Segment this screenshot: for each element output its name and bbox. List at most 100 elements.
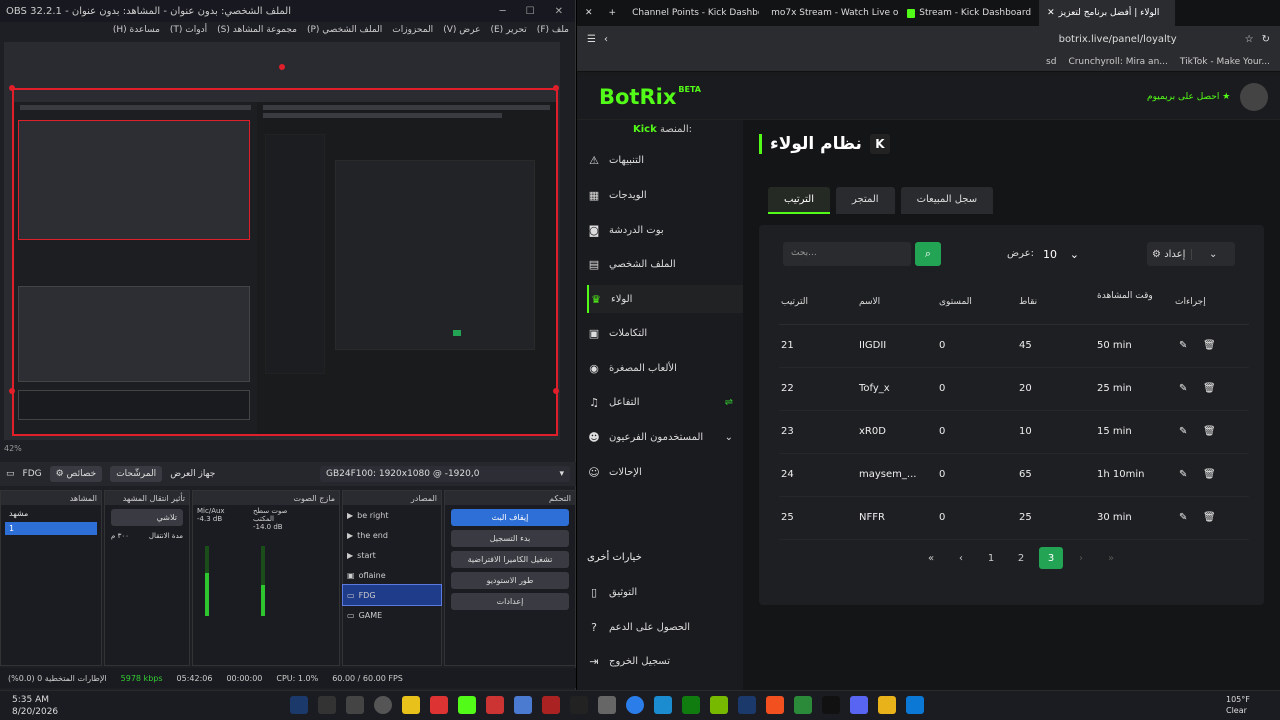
edit-icon[interactable]: ✎ <box>1179 512 1187 523</box>
sidebar-item-docs[interactable]: ▯ التوثيق <box>587 578 743 606</box>
menu-profile[interactable]: الملف الشخصي (P) <box>307 25 382 35</box>
edit-icon[interactable]: ✎ <box>1179 383 1187 394</box>
new-tab-button[interactable]: + <box>601 0 625 26</box>
rotate-handle[interactable] <box>279 64 285 70</box>
edit-icon[interactable]: ✎ <box>1179 469 1187 480</box>
botrix-logo[interactable]: BotRix BETA <box>599 85 701 109</box>
sidebar-item-referrals[interactable]: ☺ الإحالات <box>587 458 743 486</box>
app-icon[interactable] <box>542 696 560 714</box>
preview-canvas[interactable] <box>12 88 558 436</box>
sidebar-item-logout[interactable]: ⇥ تسجيل الخروج <box>587 647 743 675</box>
sidebar-item-alerts[interactable]: ⚠ التنبيهات <box>587 146 743 174</box>
menu-scene-collection[interactable]: مجموعة المشاهد (S) <box>217 25 297 35</box>
duration-value[interactable]: ٣٠٠ م <box>111 532 129 540</box>
windows-icon[interactable] <box>906 696 924 714</box>
scene-item[interactable]: مشهد <box>5 507 97 520</box>
app-icon[interactable] <box>794 696 812 714</box>
page-size-select[interactable]: 10 ⌄ <box>1037 242 1085 266</box>
sidebar-item-interaction[interactable]: ♫ التفاعل ⇌ <box>587 388 743 416</box>
obs-preview[interactable] <box>4 42 560 440</box>
col-watchtime[interactable]: وقت المشاهدة <box>1097 291 1157 302</box>
source-item[interactable]: ▶ be right <box>343 505 441 525</box>
tab-ranking[interactable]: الترتيب <box>768 187 830 214</box>
col-rank[interactable]: الترتيب <box>781 297 808 307</box>
obs-icon[interactable] <box>374 696 392 714</box>
folder-icon[interactable] <box>878 696 896 714</box>
edge-icon[interactable] <box>654 696 672 714</box>
properties-button[interactable]: ⚙ خصائص <box>49 466 103 482</box>
premium-link[interactable]: احصل على بريميوم ★ <box>1147 92 1230 102</box>
menu-icon[interactable]: ☰ <box>587 34 596 45</box>
brave-icon[interactable] <box>766 696 784 714</box>
edit-icon[interactable]: ✎ <box>1179 426 1187 437</box>
settings-button[interactable]: ⚙ إعداد ⌄ <box>1147 242 1235 266</box>
sidebar-item-support[interactable]: ? الحصول على الدعم <box>587 613 743 641</box>
nvidia-icon[interactable] <box>710 696 728 714</box>
app-icon[interactable] <box>514 696 532 714</box>
browser-tab[interactable]: mo7x Stream - Watch Live on <box>759 0 899 26</box>
menu-view[interactable]: عرض (V) <box>443 25 480 35</box>
source-item[interactable]: ▣ oflaine <box>343 565 441 585</box>
app-icon[interactable] <box>598 696 616 714</box>
sidebar-item-profile[interactable]: ▤ الملف الشخصي <box>587 250 743 278</box>
back-icon[interactable]: ‹ <box>604 34 608 45</box>
url-field[interactable]: botrix.live/panel/loyalty <box>1059 34 1177 45</box>
avatar[interactable] <box>1240 83 1268 111</box>
close-icon[interactable]: ✕ <box>555 6 563 17</box>
weather-widget[interactable]: 105°F Clear <box>1226 694 1250 716</box>
chevron-down-icon[interactable]: ⌄ <box>1190 248 1236 260</box>
tab-store[interactable]: المتجر <box>835 187 895 214</box>
transition-select[interactable]: تلاشي <box>111 509 183 526</box>
app-icon[interactable] <box>570 696 588 714</box>
device-select[interactable]: GB24F100: 1920x1080 @ -1920,0 ▾ <box>320 466 570 482</box>
reload-icon[interactable]: ↻ <box>1262 34 1270 45</box>
resize-handle[interactable] <box>9 85 15 91</box>
trash-icon[interactable]: 🗑 <box>1203 469 1216 480</box>
resize-handle[interactable] <box>553 85 559 91</box>
trash-icon[interactable]: 🗑 <box>1203 340 1216 351</box>
bookmark-item[interactable]: Crunchyroll: Mira an... <box>1068 57 1167 67</box>
studio-mode-button[interactable]: طور الاستوديو <box>451 572 569 589</box>
app-icon[interactable] <box>402 696 420 714</box>
chrome-icon[interactable] <box>626 696 644 714</box>
epic-icon[interactable] <box>822 696 840 714</box>
menu-edit[interactable]: تحرير (E) <box>490 25 526 35</box>
resize-handle[interactable] <box>553 388 559 394</box>
col-points[interactable]: نقاط <box>1019 297 1037 307</box>
trash-icon[interactable]: 🗑 <box>1203 512 1216 523</box>
bookmark-item[interactable]: TikTok - Make Your... <box>1180 57 1270 67</box>
app-icon[interactable] <box>430 696 448 714</box>
col-level[interactable]: المستوى <box>939 297 972 307</box>
source-item[interactable]: ▶ the end <box>343 525 441 545</box>
menu-tools[interactable]: أدوات (T) <box>170 25 207 35</box>
browser-tab[interactable]: Stream - Kick Dashboard <box>899 0 1039 26</box>
close-icon[interactable]: ✕ <box>577 0 601 26</box>
chevron-down-icon[interactable]: ⌄ <box>725 432 733 443</box>
app-icon[interactable] <box>346 696 364 714</box>
taskbar-clock[interactable]: 5:35 AM 8/20/2026 <box>12 694 58 718</box>
sidebar-item-chatbot[interactable]: ◙ بوت الدردشة <box>587 216 743 244</box>
scene-item[interactable]: 1 <box>5 522 97 535</box>
search-icon[interactable]: ⌕ <box>915 242 941 266</box>
app-icon[interactable] <box>486 696 504 714</box>
browser-tab[interactable]: Channel Points - Kick Dashbo <box>624 0 759 26</box>
settings-button[interactable]: إعدادات <box>451 593 569 610</box>
xbox-icon[interactable] <box>682 696 700 714</box>
trash-icon[interactable]: 🗑 <box>1203 383 1216 394</box>
tab-sales-log[interactable]: سجل المبيعات <box>900 187 994 214</box>
close-icon[interactable]: ✕ <box>1047 8 1055 18</box>
sidebar-item-minigames[interactable]: ◉ الألعاب المصغرة <box>587 354 743 382</box>
stop-streaming-button[interactable]: إيقاف البث <box>451 509 569 526</box>
filters-button[interactable]: المرشّحات <box>110 466 163 482</box>
steam-icon[interactable] <box>738 696 756 714</box>
page-button[interactable]: 2 <box>1009 547 1033 569</box>
edit-icon[interactable]: ✎ <box>1179 340 1187 351</box>
trash-icon[interactable]: 🗑 <box>1203 426 1216 437</box>
source-item[interactable]: ▶ start <box>343 545 441 565</box>
sidebar-item-widgets[interactable]: ▦ الويدجات <box>587 181 743 209</box>
source-item[interactable]: ▭ GAME <box>343 605 441 625</box>
sidebar-item-loyalty[interactable]: ♛ الولاء <box>587 285 743 313</box>
virtual-camera-button[interactable]: تشغيل الكاميرا الافتراضية <box>451 551 569 568</box>
source-item[interactable]: ▭ FDG <box>342 584 442 606</box>
steam-icon[interactable] <box>290 696 308 714</box>
